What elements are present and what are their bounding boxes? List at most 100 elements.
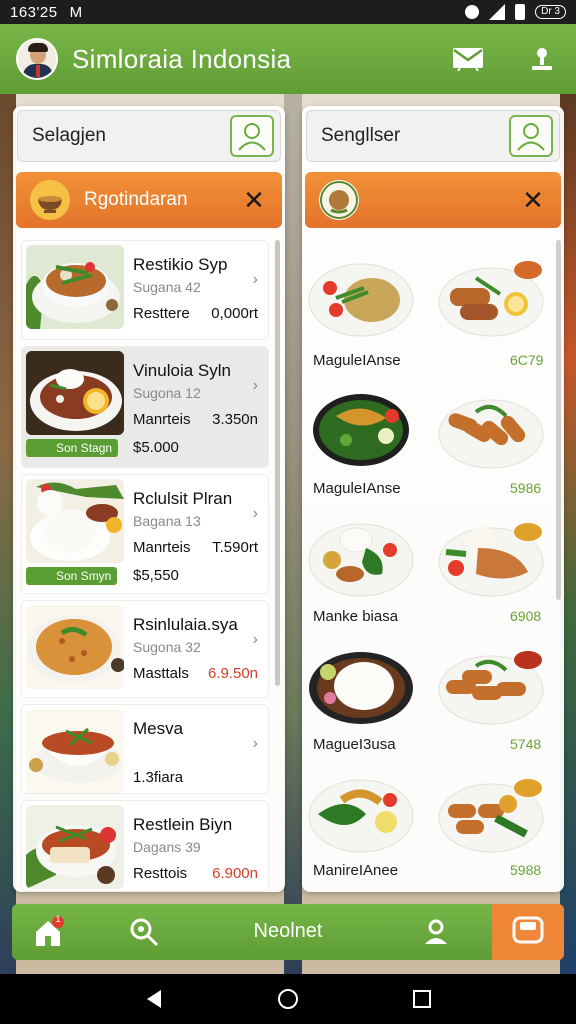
location-icon xyxy=(465,5,480,19)
close-icon[interactable]: ✕ xyxy=(519,186,547,214)
menu-grid-panel: Sengllser ✕ MaguleIAnse 6C79 MaguleIAnse… xyxy=(302,106,564,892)
item-subtitle: Bagana 13 xyxy=(133,513,201,529)
category-bar[interactable]: Rgotindaran ✕ xyxy=(16,172,282,228)
item-subtitle: Dagans 39 xyxy=(133,839,201,855)
promo-badge: Son Stagn xyxy=(26,439,119,457)
search-bar-left[interactable]: Selagjen xyxy=(17,110,281,162)
dish-image[interactable] xyxy=(306,774,416,854)
item-price: 6.900n xyxy=(212,865,258,882)
item-detail: 1.3fiara xyxy=(133,769,184,786)
item-detail: Manrteis xyxy=(133,411,191,428)
item-name: Rsinlulaia.sya xyxy=(133,615,238,634)
user-search-button[interactable] xyxy=(230,115,274,157)
system-nav-bar xyxy=(0,974,576,1024)
item-detail: Resttere xyxy=(133,305,190,322)
item-subtitle: Sugana 42 xyxy=(133,279,201,295)
back-icon[interactable] xyxy=(143,988,165,1010)
user-icon xyxy=(238,123,266,151)
dish-image[interactable] xyxy=(306,258,416,338)
item-name: Mesva xyxy=(133,719,184,738)
search-label-right: Sengllser xyxy=(321,125,401,146)
battery-icon xyxy=(515,4,526,20)
user-search-button[interactable] xyxy=(509,115,553,157)
list-item[interactable]: Rsinlulaia.sya Sugona 32 › Masttals 6.9.… xyxy=(21,600,269,698)
dish-price: 5988 xyxy=(510,862,542,878)
item-subtitle: Sugona 32 xyxy=(133,639,201,655)
list-item[interactable]: Son Stagn Vinuloia Syln Sugona 12 › Manr… xyxy=(21,346,269,468)
nav-label[interactable]: Neolnet xyxy=(12,920,564,943)
item-price: 6.9.50n xyxy=(207,665,258,682)
dish-price: 5986 xyxy=(510,480,542,496)
close-icon[interactable]: ✕ xyxy=(240,186,268,214)
dish-thumbnail xyxy=(26,479,124,563)
item-name: Restlein Biyn xyxy=(133,815,233,834)
search-bar-right[interactable]: Sengllser xyxy=(306,110,560,162)
dish-label: MaguleIAnse xyxy=(313,352,401,369)
dish-image[interactable] xyxy=(436,518,546,598)
dish-thumbnail xyxy=(26,805,124,889)
restaurant-logo-icon xyxy=(319,180,359,220)
dish-image[interactable] xyxy=(306,390,416,470)
account-icon[interactable] xyxy=(420,916,452,948)
item-price: 3.350n xyxy=(212,411,258,428)
item-detail: Masttals xyxy=(133,665,189,682)
dish-label: Manke biasa xyxy=(313,608,399,625)
item-name: Vinuloia Syln xyxy=(133,361,231,380)
chevron-right-icon: › xyxy=(252,735,258,752)
recents-icon[interactable] xyxy=(411,988,433,1010)
list-item[interactable]: Son Smyn Rclulsit Plran Bagana 13 › Manr… xyxy=(21,474,269,594)
user-icon xyxy=(517,123,545,151)
dish-price: 6C79 xyxy=(510,352,544,368)
dish-label: MagueI3usa xyxy=(313,736,396,753)
app-title: Simloraia Indonsia xyxy=(72,43,292,74)
food-bowl-icon xyxy=(30,180,70,220)
dish-image[interactable] xyxy=(306,518,416,598)
dish-thumbnail xyxy=(26,351,124,435)
item-price: 0,000rt xyxy=(211,305,258,322)
dish-image[interactable] xyxy=(436,774,546,854)
item-name: Restikio Syp xyxy=(133,255,228,274)
dish-image[interactable] xyxy=(436,646,546,726)
item-detail: Resttois xyxy=(133,865,188,882)
app-bar: Simloraia Indonsia xyxy=(0,24,576,94)
promo-badge: Son Smyn xyxy=(26,567,118,585)
status-bar: 163'25 M Dr 3 xyxy=(0,0,576,24)
category-bar[interactable]: ✕ xyxy=(305,172,561,228)
avatar[interactable] xyxy=(16,38,58,80)
signal-icon xyxy=(489,4,506,20)
search-label-left: Selagjen xyxy=(32,125,106,146)
chevron-right-icon: › xyxy=(252,377,258,394)
dish-label: ManireIAnee xyxy=(313,862,399,879)
dish-thumbnail xyxy=(26,245,124,329)
home-circle-icon[interactable] xyxy=(277,988,299,1010)
status-carrier: M xyxy=(69,3,83,21)
item-detail: Manrteis xyxy=(133,539,191,556)
dish-image[interactable] xyxy=(306,646,416,726)
chevron-right-icon: › xyxy=(252,271,258,288)
dish-thumbnail xyxy=(26,709,124,793)
chevron-right-icon: › xyxy=(252,505,258,522)
category-title: Rgotindaran xyxy=(84,189,188,210)
list-item[interactable]: Restlein Biyn Dagans 39 Resttois 6.900n xyxy=(21,800,269,892)
item-price-total: $5.000 xyxy=(133,439,179,456)
list-item[interactable]: Mesva › 1.3fiara xyxy=(21,704,269,794)
dish-image[interactable] xyxy=(436,258,546,338)
dish-label: MaguleIAnse xyxy=(313,480,401,497)
scrollbar-left[interactable] xyxy=(275,240,280,686)
dish-price: 6908 xyxy=(510,608,542,624)
bottom-nav: 1 Neolnet xyxy=(12,904,564,960)
status-time: 163'25 xyxy=(10,3,58,21)
scrollbar-right[interactable] xyxy=(556,240,561,600)
dish-image[interactable] xyxy=(436,390,546,470)
item-subtitle: Sugona 12 xyxy=(133,385,201,401)
item-price-total: $5,550 xyxy=(133,567,179,584)
restaurant-list-panel: Selagjen Rgotindaran ✕ Restikio Syp Suga… xyxy=(13,106,285,892)
dish-price: 5748 xyxy=(510,736,542,752)
mail-icon[interactable] xyxy=(452,47,484,72)
battery-label: Dr 3 xyxy=(535,5,566,19)
chevron-right-icon: › xyxy=(252,631,258,648)
dish-thumbnail xyxy=(26,605,124,689)
profile-icon[interactable] xyxy=(530,46,554,72)
list-item[interactable]: Restikio Syp Sugana 42 › Resttere 0,000r… xyxy=(21,240,269,340)
cart-button[interactable] xyxy=(492,904,564,960)
